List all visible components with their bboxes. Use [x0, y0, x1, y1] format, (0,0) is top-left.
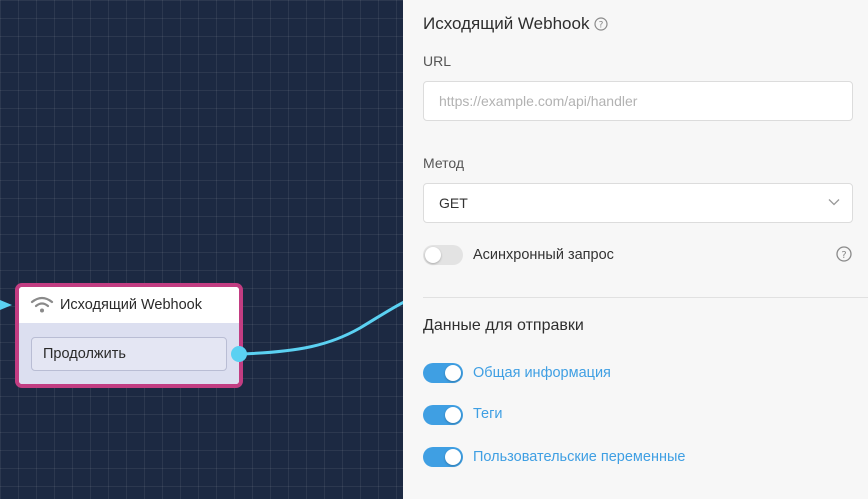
node-body: Продолжить: [19, 323, 239, 384]
url-input[interactable]: [423, 81, 853, 121]
connection-line: [239, 300, 403, 356]
settings-panel: Исходящий Webhook ? URL Метод GET Асинхр…: [403, 0, 868, 499]
svg-text:?: ?: [841, 250, 846, 261]
user-variables-toggle[interactable]: [423, 447, 463, 467]
url-label: URL: [423, 53, 452, 69]
toggle-knob: [445, 407, 461, 423]
node-header: Исходящий Webhook: [19, 287, 239, 323]
toggle-knob: [445, 449, 461, 465]
node-title: Исходящий Webhook: [60, 297, 202, 313]
svg-text:?: ?: [599, 21, 604, 31]
chevron-down-icon: [828, 199, 840, 206]
divider: [423, 297, 868, 298]
async-label: Асинхронный запрос: [473, 247, 614, 263]
panel-title: Исходящий Webhook: [423, 14, 590, 33]
input-arrow-icon: [0, 300, 12, 310]
tags-label[interactable]: Теги: [473, 406, 503, 422]
async-toggle[interactable]: [423, 245, 463, 265]
general-info-label[interactable]: Общая информация: [473, 365, 611, 381]
method-label: Метод: [423, 155, 465, 171]
data-section-title: Данные для отправки: [423, 317, 584, 334]
general-info-toggle[interactable]: [423, 363, 463, 383]
output-port[interactable]: [231, 346, 247, 362]
method-value: GET: [439, 195, 468, 211]
wifi-icon: [30, 296, 54, 313]
help-icon[interactable]: ?: [594, 17, 609, 31]
help-icon[interactable]: ?: [836, 246, 852, 262]
continue-button[interactable]: Продолжить: [31, 337, 227, 371]
flow-canvas[interactable]: Исходящий Webhook Продолжить: [0, 0, 403, 499]
toggle-knob: [445, 365, 461, 381]
tags-toggle[interactable]: [423, 405, 463, 425]
webhook-node[interactable]: Исходящий Webhook Продолжить: [15, 283, 243, 388]
toggle-knob: [425, 247, 441, 263]
panel-title-row: Исходящий Webhook ?: [423, 14, 609, 34]
method-select[interactable]: GET: [423, 183, 853, 223]
user-variables-label[interactable]: Пользовательские переменные: [473, 449, 685, 465]
